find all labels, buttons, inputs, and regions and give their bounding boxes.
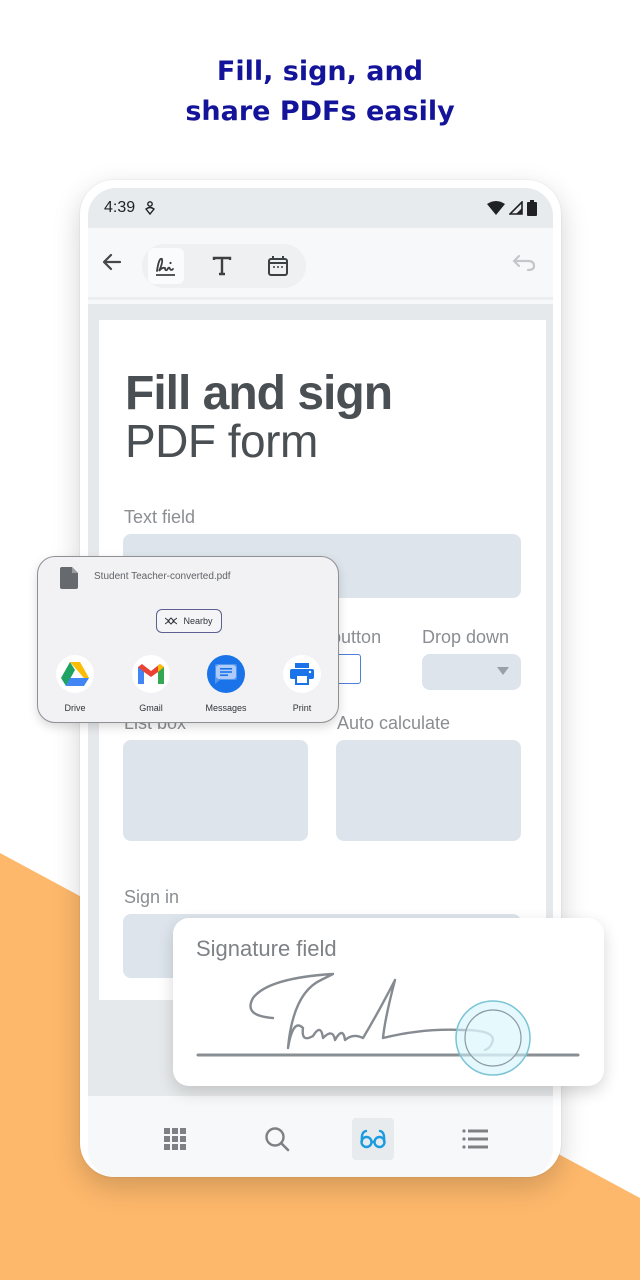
share-app-label: Drive <box>64 703 86 713</box>
notification-icon <box>145 201 156 216</box>
share-app-label: Messages <box>205 703 247 713</box>
signature-tool-button[interactable] <box>148 248 184 284</box>
nearby-icon <box>165 617 178 625</box>
editor-toolbar <box>88 228 553 300</box>
doc-subtitle: PDF form <box>125 415 318 467</box>
share-file-name: Student Teacher-converted.pdf <box>94 571 231 582</box>
nav-outline-button[interactable] <box>454 1118 496 1160</box>
share-app-label: Gmail <box>139 703 163 713</box>
text-tool-button[interactable] <box>204 248 240 284</box>
search-icon <box>265 1127 290 1152</box>
signature-card[interactable]: Signature field <box>173 918 604 1086</box>
nearby-label: Nearby <box>183 616 213 626</box>
signature-icon <box>156 257 175 276</box>
share-app-drive[interactable]: Drive <box>45 655 105 713</box>
undo-icon[interactable] <box>511 250 537 274</box>
list-icon <box>462 1129 488 1149</box>
calendar-icon <box>268 256 288 276</box>
share-app-messages[interactable]: Messages <box>196 655 256 713</box>
chevron-down-icon <box>497 667 509 675</box>
printer-icon <box>290 663 314 685</box>
gmail-icon <box>138 664 164 684</box>
auto-calculate-label: Auto calculate <box>337 713 451 733</box>
nearby-share-button[interactable]: Nearby <box>156 609 222 633</box>
nav-reading-mode-button[interactable] <box>352 1118 394 1160</box>
tool-group <box>142 244 306 288</box>
battery-icon <box>527 200 537 216</box>
headline-line-2: share PDFs easily <box>185 96 455 127</box>
glasses-icon <box>360 1129 386 1149</box>
touch-indicator-inner <box>464 1009 522 1067</box>
sign-in-label: Sign in <box>124 887 180 907</box>
messages-icon <box>215 664 237 684</box>
share-app-label: Print <box>292 703 312 713</box>
google-drive-icon <box>61 662 89 686</box>
status-time: 4:39 <box>104 199 136 216</box>
status-bar: 4:39 <box>88 188 553 228</box>
wifi-icon <box>487 201 505 215</box>
headline-line-1: Fill, sign, and <box>216 56 424 87</box>
bottom-nav <box>88 1096 553 1177</box>
share-app-print[interactable]: Print <box>272 655 332 713</box>
drop-down-label: Drop down <box>422 627 510 647</box>
nav-apps-button[interactable] <box>154 1118 196 1160</box>
doc-title: Fill and sign <box>125 367 393 420</box>
text-field-label: Text field <box>124 507 196 527</box>
arrow-left-icon[interactable] <box>100 250 124 274</box>
share-app-gmail[interactable]: Gmail <box>121 655 181 713</box>
signal-icon <box>509 201 523 215</box>
auto-calculate-input[interactable] <box>336 740 521 841</box>
list-box-input[interactable] <box>123 740 308 841</box>
signature-drawing <box>196 972 580 1076</box>
file-icon <box>60 567 78 589</box>
date-tool-button[interactable] <box>260 248 296 284</box>
grid-icon <box>164 1128 186 1150</box>
nav-search-button[interactable] <box>256 1118 298 1160</box>
share-sheet: Student Teacher-converted.pdf Nearby Dri… <box>37 556 339 723</box>
drop-down-select[interactable] <box>422 654 521 690</box>
text-T-icon <box>212 256 232 276</box>
headline: Fill, sign, and share PDFs easily <box>0 52 640 132</box>
